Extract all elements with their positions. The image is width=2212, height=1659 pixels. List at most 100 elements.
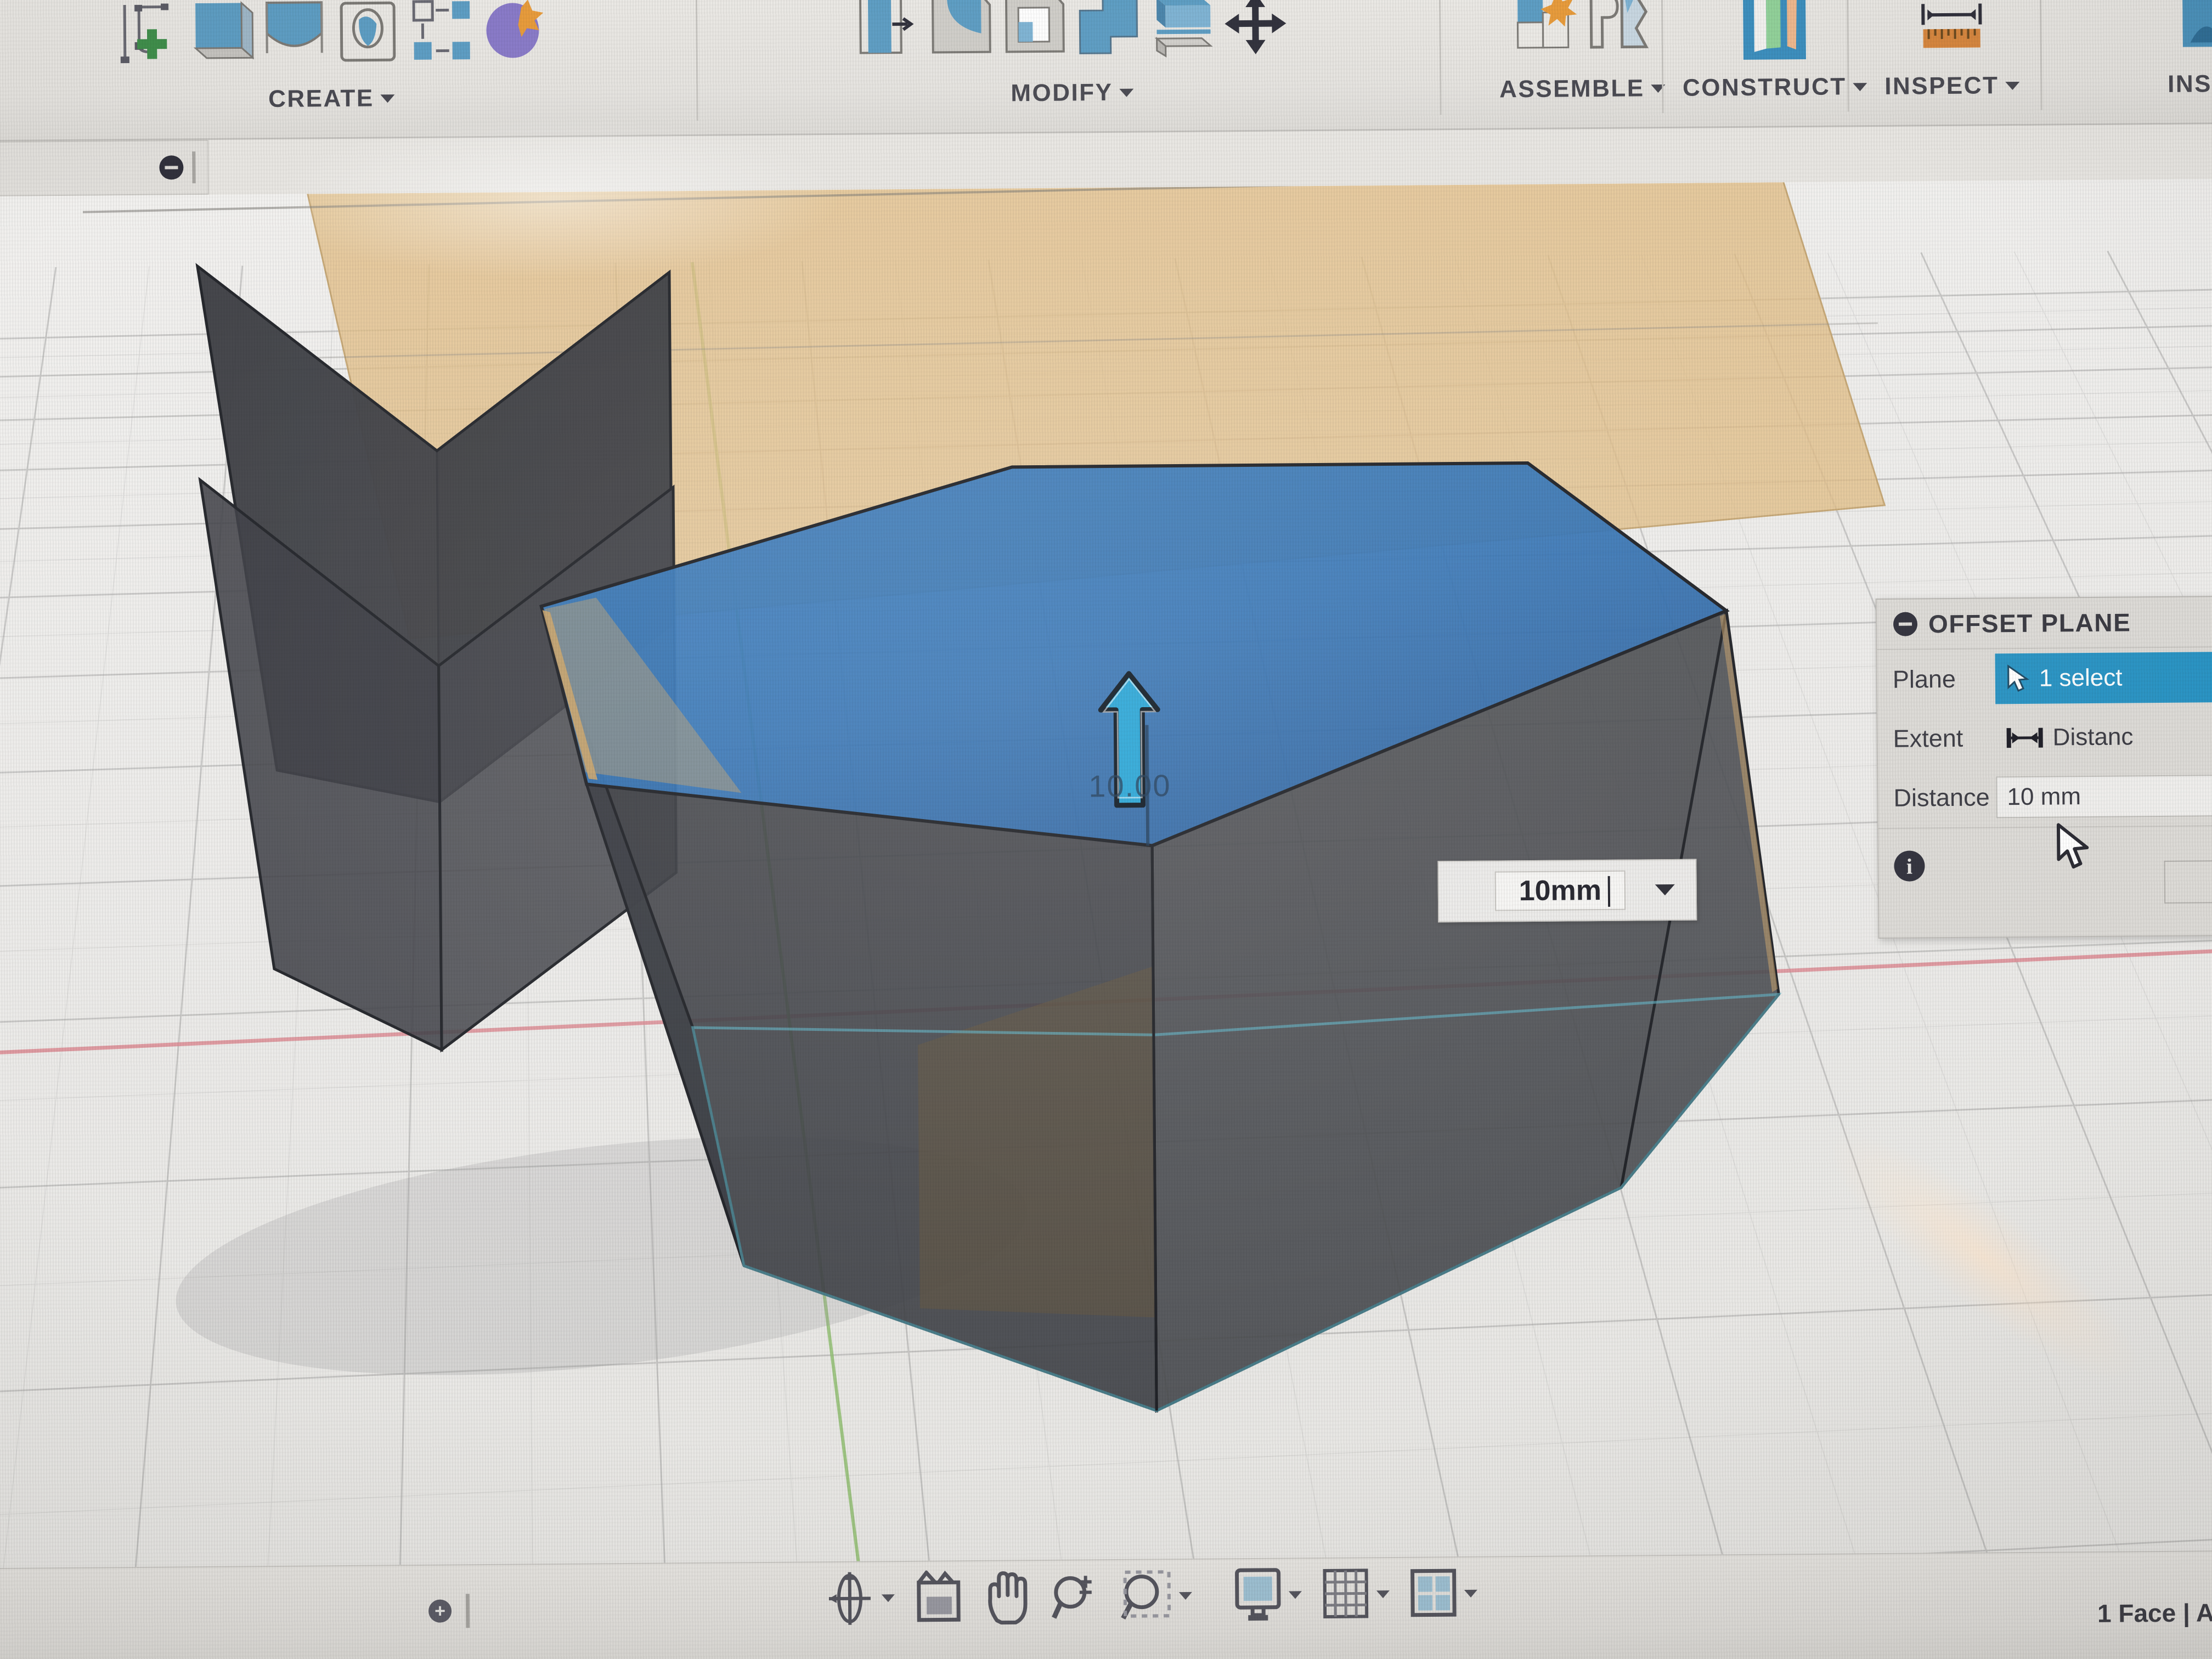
- ribbon-group-insert-label[interactable]: INSERT: [2168, 70, 2212, 98]
- screen-photo: CREATE MODIFY ASSEMBLE CONSTRUCT INSPECT…: [0, 0, 2212, 1659]
- zoom-button[interactable]: [1049, 1569, 1101, 1624]
- dialog-title-text: OFFSET PLANE: [1928, 608, 2131, 639]
- extent-value-text: Distanc: [2052, 723, 2134, 751]
- press-pull-icon[interactable]: [854, 0, 922, 70]
- status-bar: + 1 Face | Area: [0, 1550, 2212, 1659]
- fusion360-window: CREATE MODIFY ASSEMBLE CONSTRUCT INSPECT…: [0, 0, 2212, 1659]
- pan-button[interactable]: [983, 1570, 1031, 1625]
- ribbon-group-modify: MODIFY: [715, 0, 1429, 136]
- shell-icon[interactable]: [1001, 0, 1069, 69]
- create-hole-icon[interactable]: [334, 0, 402, 74]
- text-cursor: [1607, 876, 1611, 907]
- create-pipe-icon[interactable]: [481, 0, 549, 73]
- ribbon-group-insert: INSERT: [2133, 0, 2212, 125]
- dialog-row-distance: Distance 10 mm: [1878, 766, 2212, 828]
- ribbon-label-text: CONSTRUCT: [1682, 73, 1847, 101]
- chevron-down-icon[interactable]: [1288, 1591, 1302, 1599]
- split-body-icon[interactable]: [1148, 0, 1216, 67]
- zoom-icon: [1052, 1576, 1092, 1619]
- measure-icon[interactable]: [1917, 0, 1986, 67]
- plane-selection-text: 1 select: [2039, 664, 2123, 692]
- info-icon[interactable]: i: [1894, 850, 1925, 882]
- ribbon-group-assemble: ASSEMBLE: [1458, 0, 1706, 130]
- collapse-icon[interactable]: [159, 155, 184, 180]
- ribbon-label-text: MODIFY: [1011, 78, 1113, 107]
- distance-input[interactable]: 10mm: [1494, 870, 1626, 911]
- chevron-down-icon[interactable]: [1178, 1592, 1192, 1600]
- create-extrude-icon[interactable]: [187, 0, 255, 75]
- distance-value-box[interactable]: 10mm: [1437, 859, 1697, 923]
- zoom-window-icon: [1121, 1570, 1171, 1620]
- ok-button[interactable]: [2164, 860, 2212, 904]
- extent-dropdown[interactable]: Distanc: [1995, 715, 2212, 759]
- dialog-label-distance: Distance: [1893, 783, 1990, 812]
- insert-image-icon[interactable]: [2181, 0, 2212, 60]
- ribbon-group-inspect-label[interactable]: INSPECT: [1884, 72, 2020, 100]
- ribbon-group-assemble-label[interactable]: ASSEMBLE: [1499, 75, 1666, 103]
- offset-plane-icon[interactable]: [1740, 0, 1809, 63]
- chevron-down-icon[interactable]: [881, 1594, 895, 1602]
- ribbon-label-text: INSPECT: [1884, 72, 1999, 100]
- timeline-controls: +: [428, 1594, 470, 1628]
- dialog-title-bar: OFFSET PLANE: [1876, 596, 2212, 651]
- fillet-icon[interactable]: [927, 0, 996, 70]
- viewports-icon: [1410, 1568, 1457, 1617]
- status-text: 1 Face | Area: [2097, 1598, 2212, 1628]
- new-component-icon[interactable]: [1511, 0, 1579, 65]
- create-pattern-icon[interactable]: [407, 0, 476, 74]
- browser-header-bar: [0, 139, 209, 197]
- chevron-down-icon[interactable]: [1464, 1589, 1477, 1598]
- cursor-arrow-icon: [2007, 664, 2030, 692]
- new-sketch-icon[interactable]: [113, 0, 182, 76]
- ribbon-group-modify-label[interactable]: MODIFY: [1011, 78, 1134, 108]
- dialog-footer: i: [1878, 825, 2212, 938]
- distance-input-text: 10mm: [1519, 874, 1602, 907]
- grid-snap-icon: [1323, 1568, 1369, 1619]
- ribbon-toolbar: CREATE MODIFY ASSEMBLE CONSTRUCT INSPECT…: [0, 0, 2212, 142]
- move-copy-icon[interactable]: [1221, 0, 1290, 67]
- dialog-label-plane: Plane: [1892, 664, 1956, 693]
- look-at-icon: [917, 1570, 961, 1622]
- chevron-down-icon[interactable]: [1655, 884, 1675, 896]
- viewport-3d[interactable]: 10.00 10mm OFFSET PLANE Plane 1 select E…: [0, 178, 2212, 1568]
- panel-divider: [192, 151, 196, 184]
- combine-icon[interactable]: [1074, 0, 1143, 68]
- orbit-button[interactable]: [823, 1570, 895, 1627]
- ribbon-group-create-label[interactable]: CREATE: [268, 84, 395, 113]
- orbit-icon: [828, 1572, 871, 1625]
- chevron-down-icon[interactable]: [1376, 1590, 1390, 1599]
- grid-snap-button[interactable]: [1321, 1567, 1390, 1622]
- display-settings-icon: [1235, 1568, 1281, 1621]
- viewports-button[interactable]: [1408, 1566, 1478, 1622]
- joint-icon[interactable]: [1584, 0, 1653, 64]
- ribbon-label-text: INSERT: [2167, 70, 2212, 98]
- ribbon-group-inspect: INSPECT: [1861, 0, 2043, 127]
- add-feature-icon[interactable]: +: [428, 1599, 452, 1623]
- display-settings-button[interactable]: [1233, 1566, 1302, 1624]
- create-revolve-icon[interactable]: [260, 0, 329, 75]
- ribbon-group-create: CREATE: [0, 0, 680, 142]
- mouse-cursor: [2056, 823, 2089, 869]
- manipulator-value-label: 10.00: [1088, 768, 1171, 804]
- offset-plane-dialog[interactable]: OFFSET PLANE Plane 1 select Extent Dista…: [1875, 595, 2212, 939]
- distance-field-text: 10 mm: [2007, 783, 2081, 811]
- plane-selection-button[interactable]: 1 select: [1995, 651, 2212, 704]
- chevron-down-icon[interactable]: [380, 94, 395, 103]
- timeline-divider: [465, 1594, 470, 1628]
- dialog-label-extent: Extent: [1893, 724, 1963, 753]
- ribbon-label-text: CREATE: [268, 84, 374, 113]
- dialog-row-extent: Extent Distanc: [1877, 707, 2212, 769]
- distance-field[interactable]: 10 mm: [1996, 774, 2212, 819]
- ribbon-group-construct-label[interactable]: CONSTRUCT: [1683, 73, 1867, 102]
- chevron-down-icon[interactable]: [1119, 88, 1134, 97]
- look-at-button[interactable]: [913, 1570, 964, 1626]
- offset-plane-dialog-icon: [1893, 612, 1918, 636]
- distance-icon: [2006, 727, 2043, 748]
- ribbon-label-text: ASSEMBLE: [1499, 75, 1645, 103]
- dialog-row-plane: Plane 1 select: [1877, 647, 2212, 709]
- zoom-window-button[interactable]: [1119, 1568, 1193, 1624]
- ribbon-separator: [695, 0, 698, 121]
- pan-icon: [988, 1571, 1028, 1625]
- chevron-down-icon[interactable]: [2005, 81, 2020, 90]
- ribbon-group-construct: CONSTRUCT: [1675, 0, 1874, 128]
